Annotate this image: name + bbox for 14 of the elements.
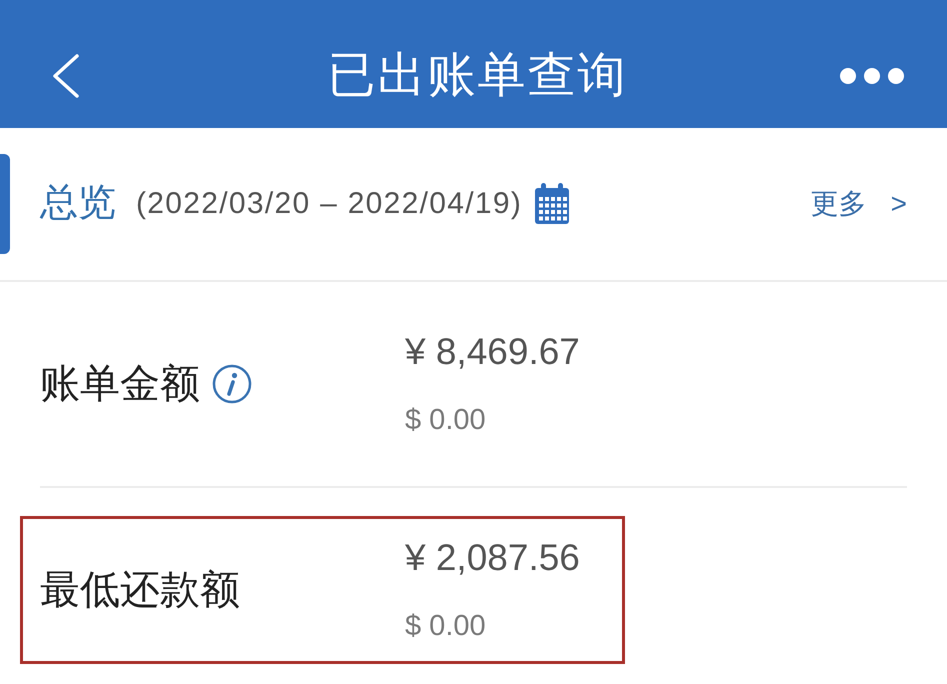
page-title: 已出账单查询 [328,48,628,104]
secondary-amount-value: $ 0.00 [405,402,486,438]
calendar-icon[interactable] [534,183,570,225]
amount-value: ¥ 2,087.56 [405,536,580,580]
secondary-amount-value: $ 0.00 [405,608,486,644]
info-icon[interactable] [212,364,252,404]
back-icon[interactable] [50,53,80,99]
date-range: (2022/03/20 – 2022/04/19) [136,186,522,222]
amount-label: 最低还款额 [40,567,240,614]
amount-value: ¥ 8,469.67 [405,330,580,374]
more-icon[interactable] [839,67,905,85]
more-link[interactable]: 更多 > [810,187,907,221]
amount-label: 账单金额 [40,361,200,408]
section-title: 总览 [40,181,116,226]
